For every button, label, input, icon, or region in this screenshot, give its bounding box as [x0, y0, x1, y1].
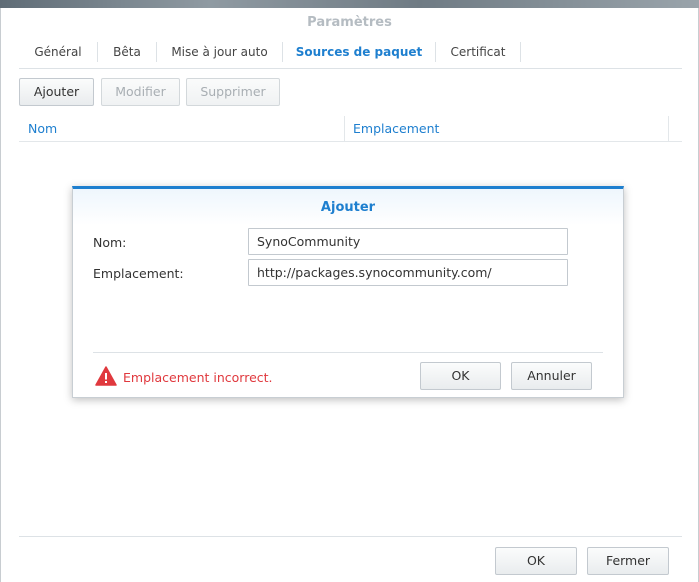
tab-auto-update[interactable]: Mise à jour auto	[157, 37, 282, 68]
cancel-button[interactable]: Annuler	[511, 362, 592, 390]
column-divider	[344, 116, 345, 142]
sources-grid-header: Nom Emplacement	[19, 116, 682, 142]
desktop-background-strip	[0, 0, 699, 8]
add-source-dialog: Ajouter Nom: SynoCommunity Emplacement: …	[72, 186, 624, 398]
tab-divider	[520, 42, 521, 62]
footer-divider	[19, 536, 682, 537]
name-field[interactable]: SynoCommunity	[248, 228, 568, 255]
column-header-location[interactable]: Emplacement	[353, 116, 439, 142]
tab-general[interactable]: Général	[19, 37, 97, 68]
dialog-divider	[93, 352, 603, 353]
tab-beta[interactable]: Bêta	[98, 37, 156, 68]
tab-certificate[interactable]: Certificat	[436, 37, 520, 68]
error-message: Emplacement incorrect.	[123, 370, 273, 385]
footer-ok-button[interactable]: OK	[495, 547, 577, 575]
name-label: Nom:	[93, 235, 127, 250]
dialog-title: Ajouter	[320, 200, 376, 215]
dialog-header: Ajouter	[73, 189, 623, 225]
window-title: Paramètres	[307, 15, 392, 30]
column-header-name[interactable]: Nom	[28, 116, 57, 142]
tab-package-sources[interactable]: Sources de paquet	[283, 37, 435, 68]
location-label: Emplacement:	[93, 266, 184, 281]
location-field[interactable]: http://packages.synocommunity.com/	[248, 259, 568, 286]
delete-button[interactable]: Supprimer	[186, 78, 280, 106]
warning-triangle-icon	[95, 366, 117, 386]
column-divider	[668, 116, 669, 142]
tab-bar: Général Bêta Mise à jour auto Sources de…	[19, 37, 682, 69]
edit-button[interactable]: Modifier	[101, 78, 180, 106]
add-button[interactable]: Ajouter	[19, 78, 94, 106]
close-button[interactable]: Fermer	[587, 547, 669, 575]
dialog-ok-button[interactable]: OK	[420, 362, 501, 390]
